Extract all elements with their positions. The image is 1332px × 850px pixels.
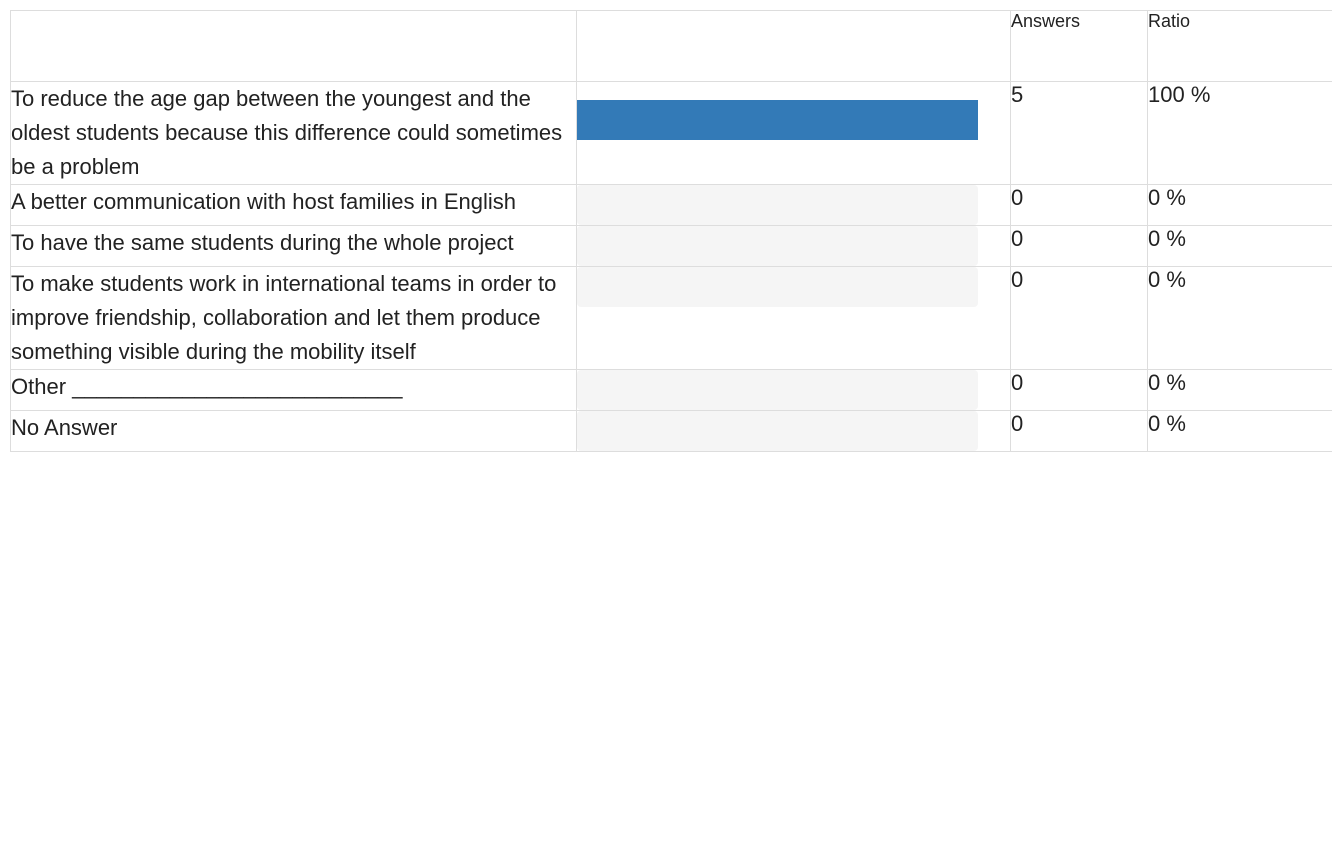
bar-cell xyxy=(576,81,1011,185)
progress-bar-track xyxy=(577,226,978,266)
progress-bar-track xyxy=(577,100,978,140)
answers-count: 5 xyxy=(1010,81,1148,185)
ratio-value: 0 % xyxy=(1147,369,1332,411)
table-row: To have the same students during the who… xyxy=(10,225,1332,267)
header-bar xyxy=(576,10,1011,82)
progress-bar-track xyxy=(577,411,978,451)
bar-cell xyxy=(576,369,1011,411)
option-label: To make students work in international t… xyxy=(10,266,577,370)
table-row: To make students work in international t… xyxy=(10,266,1332,370)
results-table: Answers Ratio To reduce the age gap betw… xyxy=(10,10,1332,452)
ratio-value: 0 % xyxy=(1147,266,1332,370)
ratio-value: 0 % xyxy=(1147,184,1332,226)
table-row: To reduce the age gap between the younge… xyxy=(10,81,1332,185)
table-row: No Answer 0 0 % xyxy=(10,410,1332,452)
progress-bar-track xyxy=(577,370,978,410)
option-label: A better communication with host familie… xyxy=(10,184,577,226)
header-label xyxy=(10,10,577,82)
bar-cell xyxy=(576,266,1011,370)
table-row: A better communication with host familie… xyxy=(10,184,1332,226)
progress-bar-track xyxy=(577,185,978,225)
answers-count: 0 xyxy=(1010,225,1148,267)
progress-bar-track xyxy=(577,267,978,307)
option-label: To reduce the age gap between the younge… xyxy=(10,81,577,185)
bar-cell xyxy=(576,410,1011,452)
option-label: To have the same students during the who… xyxy=(10,225,577,267)
table-row: Other ___________________________ 0 0 % xyxy=(10,369,1332,411)
header-ratio: Ratio xyxy=(1147,10,1332,82)
answers-count: 0 xyxy=(1010,266,1148,370)
progress-bar-fill xyxy=(577,100,978,140)
option-label: No Answer xyxy=(10,410,577,452)
answers-count: 0 xyxy=(1010,410,1148,452)
ratio-value: 0 % xyxy=(1147,410,1332,452)
answers-count: 0 xyxy=(1010,184,1148,226)
bar-cell xyxy=(576,184,1011,226)
answers-count: 0 xyxy=(1010,369,1148,411)
table-header-row: Answers Ratio xyxy=(10,10,1332,82)
ratio-value: 100 % xyxy=(1147,81,1332,185)
option-label: Other ___________________________ xyxy=(10,369,577,411)
ratio-value: 0 % xyxy=(1147,225,1332,267)
header-answers: Answers xyxy=(1010,10,1148,82)
bar-cell xyxy=(576,225,1011,267)
